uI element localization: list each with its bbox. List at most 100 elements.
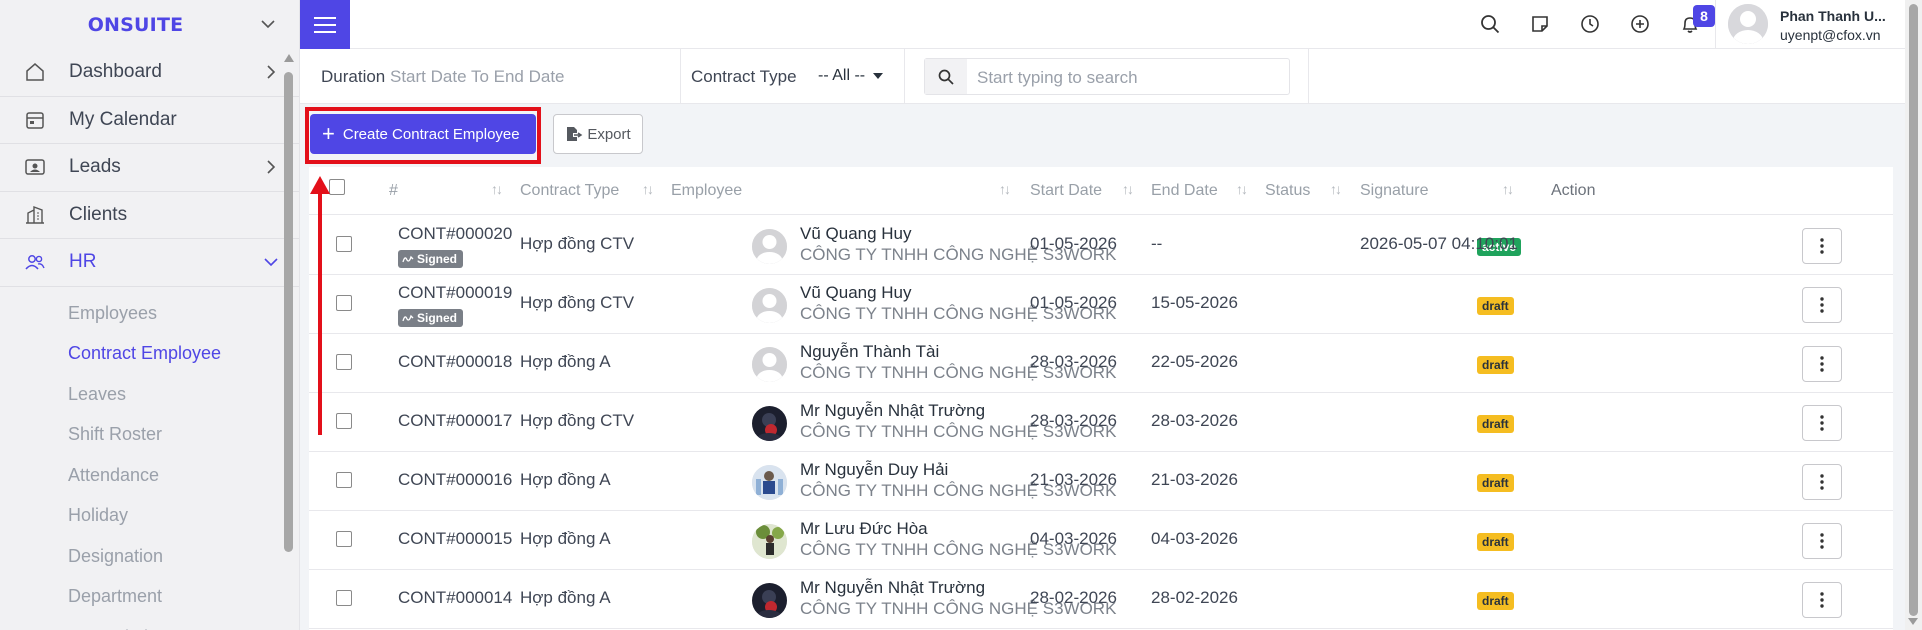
submenu-item-appreciation[interactable]: Appreciation	[0, 617, 299, 630]
sidebar-item-leads[interactable]: Leads	[0, 144, 299, 192]
table-row[interactable]: CONT#000015 Hợp đồng A Mr Lưu Đức Hòa CÔ…	[309, 511, 1893, 570]
submenu-item-attendance[interactable]: Attendance	[0, 455, 299, 496]
employee-avatar[interactable]	[752, 524, 787, 559]
start-date: 21-03-2026	[1030, 470, 1117, 489]
contract-id[interactable]: CONT#000019	[398, 283, 512, 303]
more-vertical-icon	[1820, 238, 1824, 254]
employee-name[interactable]: Nguyễn Thành Tài	[800, 342, 939, 362]
user-name[interactable]: Phan Thanh U...	[1780, 8, 1886, 24]
row-actions-button[interactable]	[1802, 228, 1842, 264]
sort-icon[interactable]: ↑↓	[642, 181, 654, 197]
contract-id[interactable]: CONT#000014	[398, 588, 512, 608]
sort-icon[interactable]: ↑↓	[999, 181, 1011, 197]
sort-icon[interactable]: ↑↓	[491, 181, 503, 197]
sort-icon[interactable]: ↑↓	[1502, 181, 1514, 197]
table-row[interactable]: CONT#000019 Signed Hợp đồng CTV Vũ Quang…	[309, 275, 1893, 334]
add-circle-icon[interactable]	[1628, 12, 1652, 36]
end-date: 28-02-2026	[1151, 588, 1238, 607]
sidebar-item-my-calendar[interactable]: My Calendar	[0, 97, 299, 144]
sidebar-item-clients[interactable]: Clients	[0, 192, 299, 239]
employee-avatar[interactable]	[752, 583, 787, 618]
contract-id[interactable]: CONT#000015	[398, 529, 512, 549]
column-header-id[interactable]: #	[389, 182, 398, 200]
sidebar-scrollbar[interactable]	[283, 52, 294, 627]
sidebar-item-label: Leads	[69, 156, 121, 178]
row-actions-button[interactable]	[1802, 405, 1842, 441]
status-badge: draft	[1477, 415, 1514, 433]
contract-id[interactable]: CONT#000016	[398, 470, 512, 490]
search-icon[interactable]	[1478, 12, 1502, 36]
employee-avatar[interactable]	[752, 406, 787, 441]
submenu-item-department[interactable]: Department	[0, 576, 299, 617]
sidebar-item-dashboard[interactable]: Dashboard	[0, 49, 299, 97]
employee-avatar[interactable]	[752, 229, 787, 264]
chevron-down-icon[interactable]	[259, 15, 277, 33]
employee-name[interactable]: Mr Nguyễn Nhật Trường	[800, 401, 985, 421]
row-checkbox[interactable]	[336, 472, 352, 488]
sort-icon[interactable]: ↑↓	[1330, 181, 1342, 197]
scroll-up-arrow-icon[interactable]	[284, 54, 294, 62]
table-row[interactable]: CONT#000018 Hợp đồng A Nguyễn Thành Tài …	[309, 334, 1893, 393]
row-actions-button[interactable]	[1802, 464, 1842, 500]
search-input[interactable]: Start typing to search	[977, 68, 1138, 88]
more-vertical-icon	[1820, 474, 1824, 490]
employee-name[interactable]: Mr Lưu Đức Hòa	[800, 519, 928, 539]
scrollbar-thumb[interactable]	[1909, 4, 1918, 616]
row-checkbox[interactable]	[336, 413, 352, 429]
contract-id[interactable]: CONT#000020	[398, 224, 512, 244]
table-row[interactable]: CONT#000017 Hợp đồng CTV Mr Nguyễn Nhật …	[309, 393, 1893, 452]
submenu-item-employees[interactable]: Employees	[0, 293, 299, 334]
column-header-contract-type[interactable]: Contract Type	[520, 182, 619, 200]
column-header-status[interactable]: Status	[1265, 182, 1310, 200]
row-checkbox[interactable]	[336, 236, 352, 252]
end-date: 22-05-2026	[1151, 352, 1238, 371]
submenu-item-contract-employee[interactable]: Contract Employee	[0, 333, 299, 374]
submenu-item-holiday[interactable]: Holiday	[0, 495, 299, 536]
sidebar-item-hr[interactable]: HR	[0, 239, 299, 287]
user-avatar[interactable]	[1728, 4, 1768, 44]
employee-name[interactable]: Vũ Quang Huy	[800, 224, 912, 244]
menu-toggle-button[interactable]	[300, 0, 350, 49]
submenu-item-leaves[interactable]: Leaves	[0, 374, 299, 415]
submenu-item-designation[interactable]: Designation	[0, 536, 299, 577]
employee-name[interactable]: Mr Nguyễn Duy Hải	[800, 460, 948, 480]
contract-type-select[interactable]: -- All --	[818, 67, 865, 85]
contract-id[interactable]: CONT#000017	[398, 411, 512, 431]
sort-icon[interactable]: ↑↓	[1236, 181, 1248, 197]
employee-name[interactable]: Vũ Quang Huy	[800, 283, 912, 303]
contract-type: Hợp đồng A	[520, 529, 611, 548]
employee-avatar[interactable]	[752, 465, 787, 500]
contract-id[interactable]: CONT#000018	[398, 352, 512, 372]
employee-avatar[interactable]	[752, 347, 787, 382]
sort-icon[interactable]: ↑↓	[1122, 181, 1134, 197]
row-checkbox[interactable]	[336, 295, 352, 311]
row-checkbox[interactable]	[336, 531, 352, 547]
clock-icon[interactable]	[1578, 12, 1602, 36]
duration-date-range-input[interactable]: Start Date To End Date	[390, 67, 565, 87]
select-all-checkbox[interactable]	[329, 179, 345, 195]
table-row[interactable]: CONT#000016 Hợp đồng A Mr Nguyễn Duy Hải…	[309, 452, 1893, 511]
submenu-item-shift-roster[interactable]: Shift Roster	[0, 414, 299, 455]
column-header-employee[interactable]: Employee	[671, 182, 742, 200]
export-button[interactable]: Export	[553, 114, 643, 154]
column-header-signature[interactable]: Signature	[1360, 182, 1429, 200]
row-actions-button[interactable]	[1802, 346, 1842, 382]
row-actions-button[interactable]	[1802, 523, 1842, 559]
search-field[interactable]: Start typing to search	[924, 58, 1290, 95]
sticky-note-icon[interactable]	[1528, 12, 1552, 36]
row-checkbox[interactable]	[336, 590, 352, 606]
column-header-end-date[interactable]: End Date	[1151, 182, 1218, 200]
brand-bar[interactable]: ONSUITE	[0, 0, 299, 49]
column-header-start-date[interactable]: Start Date	[1030, 182, 1102, 200]
row-checkbox[interactable]	[336, 354, 352, 370]
scrollbar-thumb[interactable]	[284, 72, 293, 552]
table-row[interactable]: CONT#000020 Signed Hợp đồng CTV Vũ Quang…	[309, 216, 1893, 275]
table-row[interactable]: CONT#000014 Hợp đồng A Mr Nguyễn Nhật Tr…	[309, 570, 1893, 629]
row-actions-button[interactable]	[1802, 287, 1842, 323]
chevron-right-icon	[267, 65, 276, 79]
row-actions-button[interactable]	[1802, 582, 1842, 618]
page-scrollbar[interactable]	[1905, 0, 1922, 630]
employee-avatar[interactable]	[752, 288, 787, 323]
employee-name[interactable]: Mr Nguyễn Nhật Trường	[800, 578, 985, 598]
scroll-down-arrow-icon[interactable]	[1908, 618, 1918, 625]
